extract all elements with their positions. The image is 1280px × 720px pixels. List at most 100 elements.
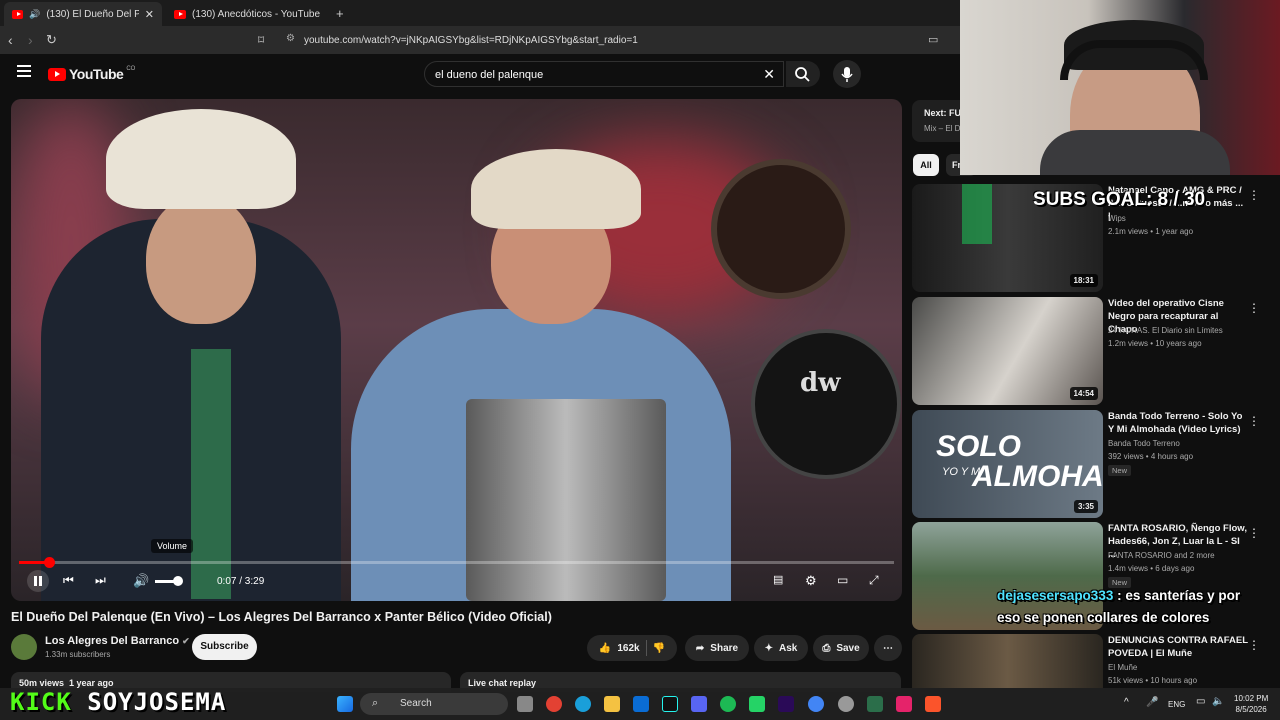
progress-bar[interactable]	[19, 557, 894, 568]
forward-icon[interactable]: ›	[28, 31, 33, 49]
taskbar-search[interactable]: ⌕ Search	[360, 693, 508, 715]
share-icon: ➦	[695, 642, 705, 654]
search-button[interactable]	[786, 61, 820, 87]
singer-left-face	[146, 194, 256, 324]
whatsapp-icon[interactable]	[749, 696, 765, 712]
pause-button[interactable]	[27, 570, 49, 595]
channel-name[interactable]: Los Alegres Del Barranco ✔	[45, 635, 190, 647]
recommendation-channel: El Muñe	[1108, 663, 1138, 672]
settings-gear-icon[interactable]: ⚙	[805, 573, 817, 589]
site-info-icon[interactable]: ⚙	[286, 33, 295, 44]
ask-button[interactable]: ✦ Ask	[754, 635, 808, 661]
menu-icon[interactable]	[17, 65, 31, 77]
microphone-tray-icon[interactable]: 🎤	[1146, 697, 1158, 708]
chrome-profile-icon[interactable]	[808, 696, 824, 712]
clear-search-icon[interactable]: ✕	[763, 66, 775, 83]
clock-date: 8/5/2026	[1235, 705, 1267, 714]
video-thumbnail[interactable]: 14:54	[912, 297, 1103, 405]
search-input[interactable]: el dueno del palenque ✕	[424, 61, 784, 87]
recommendation-item[interactable]: SOLO YO Y MI ALMOHADA 3:35 Banda Todo Te…	[912, 410, 1272, 518]
streamer-shirt	[1040, 130, 1230, 175]
new-tab-button[interactable]: +	[336, 6, 344, 21]
more-vertical-icon[interactable]: ⋮	[1248, 414, 1260, 428]
video-player[interactable]: dw Volume ⏮ ⏭ 🔊 0:07 / 3:29 ▤ ⚙ ▭ ⤢	[11, 99, 902, 601]
microphone-icon	[841, 67, 853, 82]
app-icon[interactable]	[896, 696, 912, 712]
address-bar[interactable]: ⚙ youtube.com/watch?v=jNKpAIGSYbg&list=R…	[276, 29, 956, 51]
app-icon[interactable]	[867, 696, 883, 712]
thumbs-down-icon[interactable]: 👎	[653, 643, 665, 654]
taskbar-search-label: Search	[400, 698, 432, 709]
video-thumbnail[interactable]: SOLO YO Y MI ALMOHADA 3:35	[912, 410, 1103, 518]
search-icon: ⌕	[372, 697, 379, 709]
save-button[interactable]: ⎙ Save	[813, 635, 869, 661]
video-thumbnail[interactable]	[912, 634, 1103, 688]
sparkle-icon: ✦	[764, 642, 774, 654]
recommendation-meta: 1.2m views • 10 years ago	[1108, 339, 1202, 348]
recommendation-title: Banda Todo Terreno - Solo Yo Y Mi Almoha…	[1108, 411, 1243, 435]
store-icon[interactable]	[633, 696, 649, 712]
back-icon[interactable]: ‹	[8, 31, 13, 49]
windows-start-icon[interactable]	[337, 696, 353, 712]
recommendation-item[interactable]: 14:54 Video del operativo Cisne Negro pa…	[912, 297, 1272, 405]
kick-streamer-name: SOYJOSEMA	[87, 688, 227, 716]
drum	[711, 159, 851, 299]
next-icon[interactable]: ⏭	[95, 573, 106, 588]
bookmark-icon[interactable]: ⌑	[258, 31, 264, 49]
more-vertical-icon[interactable]: ⋮	[1248, 526, 1260, 540]
like-button[interactable]: 👍 162k	[599, 643, 640, 654]
network-icon[interactable]: ▭	[1196, 696, 1205, 707]
file-explorer-icon[interactable]	[604, 696, 620, 712]
previous-icon[interactable]: ⏮	[63, 573, 74, 588]
obs-icon[interactable]	[838, 696, 854, 712]
chip-all[interactable]: All	[913, 154, 939, 176]
more-vertical-icon[interactable]: ⋮	[1248, 188, 1260, 202]
drum-logo: dw	[800, 368, 841, 398]
volume-icon[interactable]: 🔊	[133, 573, 149, 589]
audio-icon[interactable]: 🔊	[29, 9, 40, 20]
recommendation-item[interactable]: DENUNCIAS CONTRA RAFAEL POVEDA | El Muñe…	[912, 634, 1272, 688]
kick-brand: KICK	[10, 688, 72, 716]
reload-icon[interactable]: ↻	[46, 31, 57, 49]
speaker-icon[interactable]: 🔈	[1212, 696, 1224, 707]
cast-icon[interactable]: ▭	[928, 31, 938, 49]
volume-knob[interactable]	[173, 576, 183, 586]
live-chat-label: Live chat replay	[468, 678, 537, 688]
more-actions-button[interactable]: ⋯	[874, 635, 902, 661]
discord-icon[interactable]	[691, 696, 707, 712]
volume-tooltip: Volume	[151, 539, 194, 553]
more-horizontal-icon: ⋯	[883, 642, 893, 654]
theater-mode-icon[interactable]: ▭	[837, 573, 848, 587]
tiktok-icon[interactable]	[662, 696, 678, 712]
youtube-header: YouTube CO el dueno del palenque ✕	[0, 54, 960, 94]
subtitles-icon[interactable]: ▤	[773, 573, 783, 586]
browser-tab[interactable]: (130) Anecdóticos - YouTube	[166, 2, 334, 26]
browser-tab-active[interactable]: 🔊 (130) El Dueño Del Palenque ✕	[4, 2, 162, 26]
youtube-logo[interactable]: YouTube CO	[48, 66, 135, 82]
subscriber-count: 1.33m subscribers	[45, 650, 111, 659]
progress-scrubber[interactable]	[43, 557, 55, 568]
recommendation-channel: 24 HORAS. El Diario sin Límites	[1108, 326, 1223, 335]
thumbnail-text: SOLO	[936, 430, 1022, 463]
headphones	[1060, 40, 1208, 80]
close-tab-icon[interactable]: ✕	[145, 8, 154, 21]
spotify-icon[interactable]	[720, 696, 736, 712]
recommendation-channel: Wips	[1108, 214, 1126, 223]
chrome-icon[interactable]	[546, 696, 562, 712]
more-vertical-icon[interactable]: ⋮	[1248, 301, 1260, 315]
up-next-panel[interactable]: Next: FU Mix – El D	[912, 100, 960, 142]
premiere-icon[interactable]	[778, 696, 794, 712]
edge-icon[interactable]	[575, 696, 591, 712]
brave-icon[interactable]	[925, 696, 941, 712]
thumbnail-text: ALMOHADA	[972, 460, 1103, 493]
clock[interactable]: 10:02 PM 8/5/2026	[1234, 693, 1268, 715]
voice-search-button[interactable]	[833, 60, 861, 88]
channel-avatar[interactable]	[11, 634, 37, 660]
language-indicator[interactable]: ENG	[1168, 700, 1185, 709]
tray-chevron-icon[interactable]: ^	[1124, 697, 1129, 708]
share-button[interactable]: ➦ Share	[685, 635, 749, 661]
task-view-icon[interactable]	[517, 696, 533, 712]
more-vertical-icon[interactable]: ⋮	[1248, 638, 1260, 652]
fullscreen-icon[interactable]: ⤢	[869, 573, 879, 588]
subscribe-button[interactable]: Subscribe	[192, 634, 257, 660]
